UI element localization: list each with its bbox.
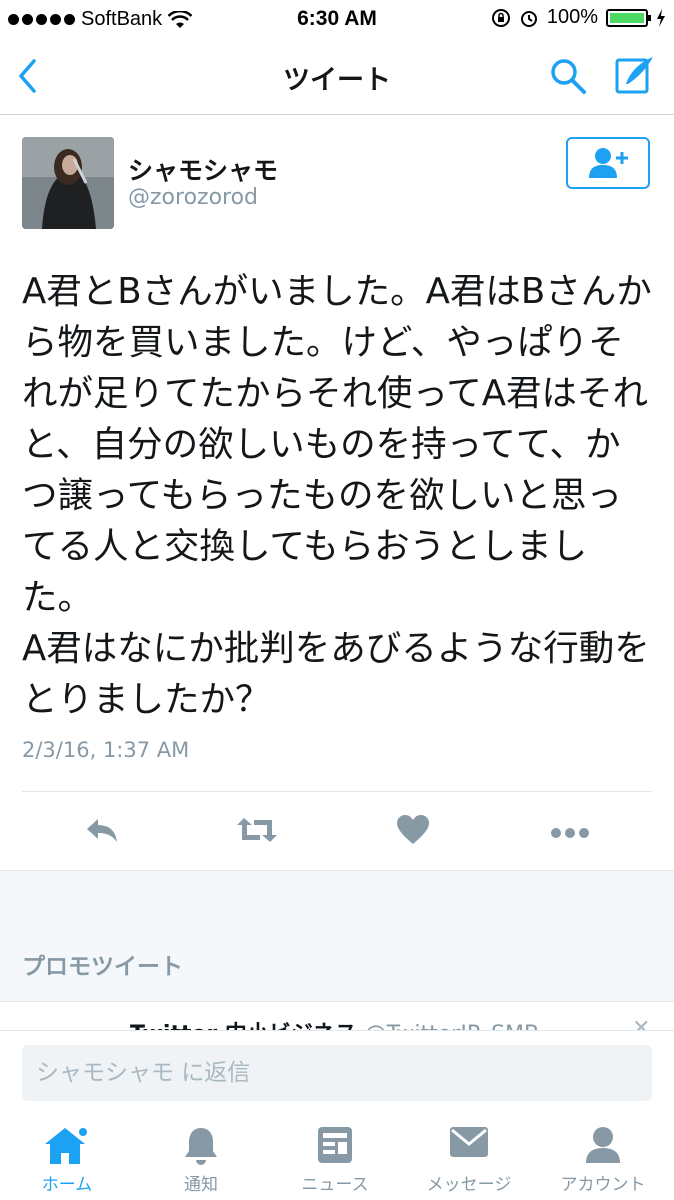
follow-button[interactable]	[566, 137, 650, 189]
status-right: 100%	[491, 6, 666, 29]
more-icon	[551, 828, 589, 838]
user-handle[interactable]: @zorozorod	[128, 185, 258, 210]
envelope-icon	[450, 1127, 488, 1157]
heart-icon	[397, 815, 429, 844]
tab-label: ニュース	[301, 1175, 369, 1195]
promoted-section: プロモツイート	[0, 870, 674, 1002]
compose-icon	[615, 57, 653, 94]
rotation-lock-icon	[491, 8, 510, 27]
tweet-text: A君とBさんがいました。A君はBさんから物を買いました。けど、やっぱりそれが足り…	[22, 271, 652, 720]
search-icon	[551, 59, 586, 94]
promoted-label: プロモツイート	[22, 954, 183, 980]
tab-label: ホーム	[41, 1175, 93, 1195]
home-icon	[45, 1126, 89, 1164]
person-icon	[586, 1127, 620, 1163]
tweet-author: シャモシャモ @zorozorod	[22, 137, 652, 231]
avatar[interactable]	[22, 137, 114, 229]
reply-input[interactable]: シャモシャモ に返信	[22, 1045, 652, 1101]
reply-button[interactable]	[84, 814, 120, 850]
status-bar: SoftBank 6:30 AM 100%	[0, 0, 674, 38]
tweet-timestamp: 2/3/16, 1:37 AM	[22, 738, 190, 762]
more-button[interactable]	[550, 824, 590, 843]
tab-notifications[interactable]: 通知	[134, 1110, 268, 1200]
tab-news[interactable]: ニュース	[268, 1110, 402, 1200]
divider	[22, 791, 652, 792]
nav-bar: ツイート	[0, 38, 674, 115]
retweet-button[interactable]	[236, 814, 278, 850]
tab-bar: ホーム 通知 ニュース メッセージ アカウント	[0, 1110, 674, 1200]
tab-label: 通知	[184, 1175, 218, 1195]
tab-home[interactable]: ホーム	[0, 1110, 134, 1200]
tab-messages[interactable]: メッセージ	[402, 1110, 536, 1200]
news-icon	[318, 1127, 352, 1163]
tweet-actions	[0, 800, 674, 866]
avatar-photo	[22, 137, 114, 229]
like-button[interactable]	[396, 814, 430, 850]
add-user-icon	[589, 148, 628, 178]
search-button[interactable]	[548, 56, 588, 100]
tab-label: メッセージ	[426, 1175, 512, 1195]
bell-icon	[185, 1128, 217, 1165]
retweet-icon	[237, 818, 277, 842]
compose-button[interactable]	[614, 54, 656, 100]
alarm-icon	[520, 10, 537, 27]
tab-account[interactable]: アカウント	[536, 1110, 670, 1200]
display-name[interactable]: シャモシャモ	[128, 151, 278, 187]
battery-icon	[606, 8, 651, 27]
battery-percent: 100%	[546, 6, 598, 28]
reply-icon	[87, 819, 117, 842]
reply-bar: シャモシャモ に返信	[0, 1030, 674, 1111]
charging-icon	[657, 8, 665, 27]
tab-label: アカウント	[560, 1175, 646, 1195]
